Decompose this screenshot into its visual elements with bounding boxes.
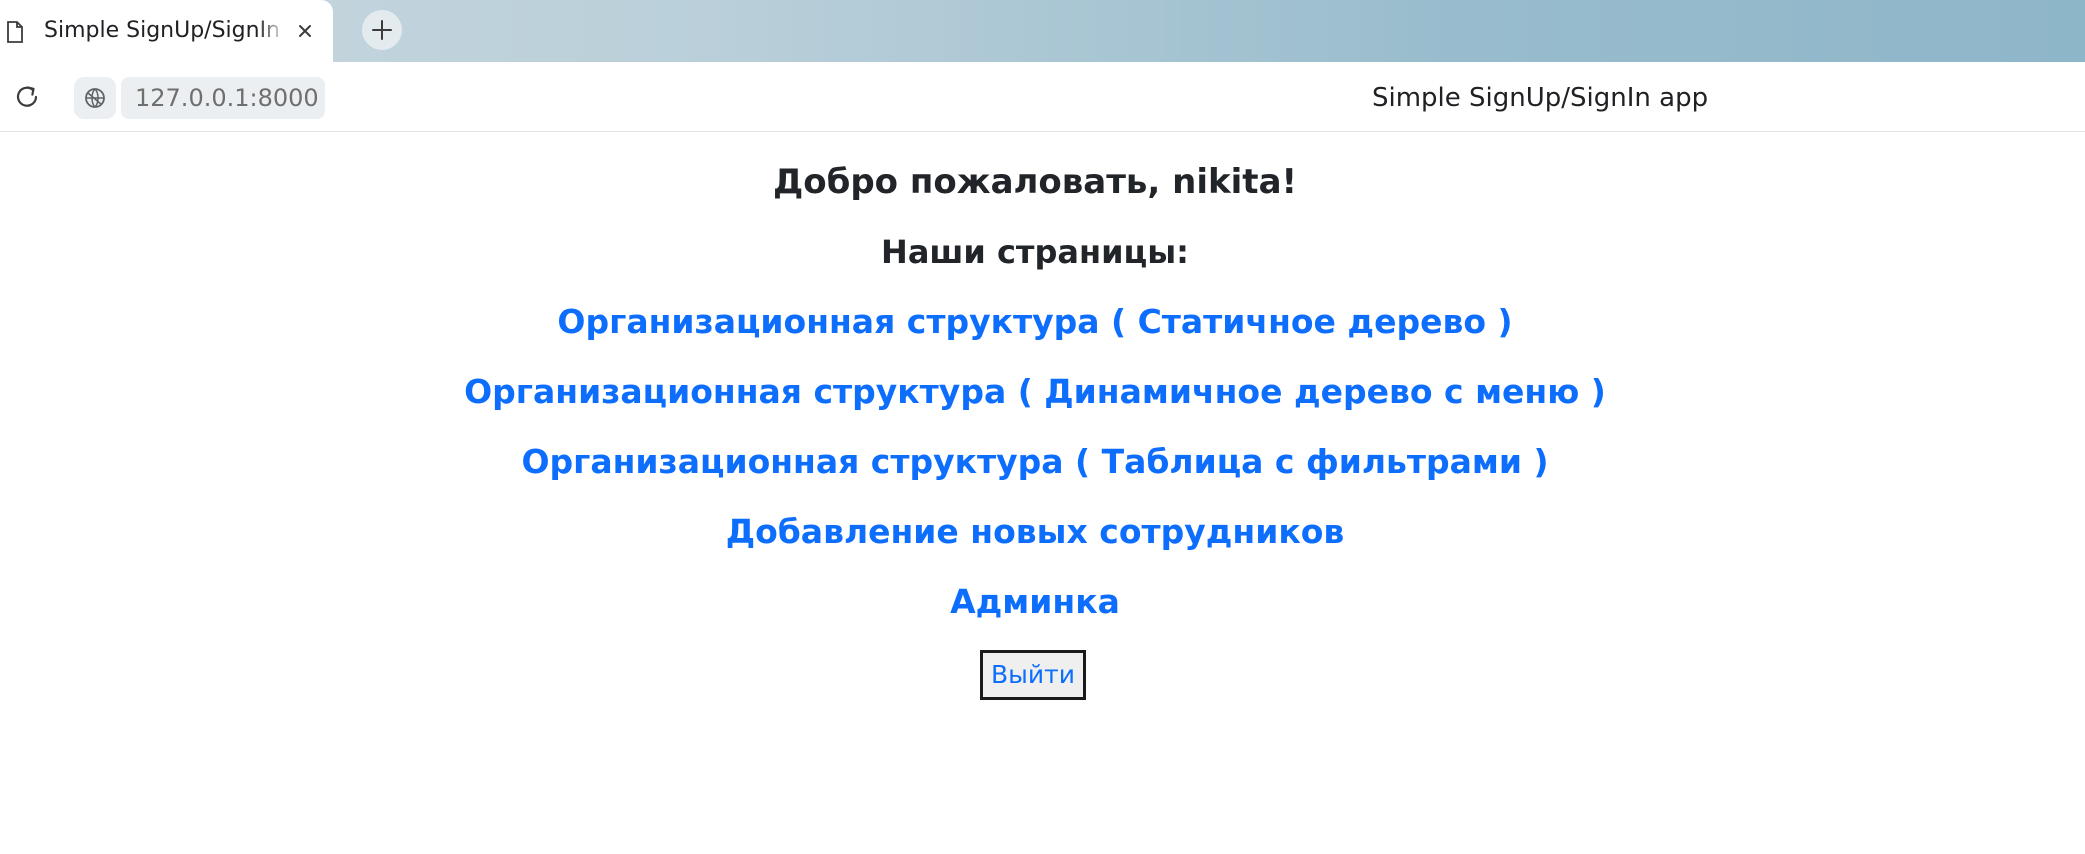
window-page-title: Simple SignUp/SignIn app (1372, 83, 1709, 113)
new-tab-button[interactable] (362, 10, 402, 50)
logout-button[interactable]: Выйти (980, 650, 1086, 700)
link-org-filter-table[interactable]: Организационная структура ( Таблица с фи… (0, 439, 2070, 485)
browser-tab-strip: Simple SignUp/SignIn app (0, 0, 2085, 62)
address-bar[interactable]: 127.0.0.1:8000 (121, 77, 325, 119)
page-icon (6, 21, 24, 43)
tab-title: Simple SignUp/SignIn app (44, 18, 286, 43)
page-content: Добро пожаловать, nikita! Наши страницы:… (0, 132, 2085, 854)
site-info-button[interactable] (74, 77, 116, 119)
close-icon[interactable] (292, 18, 318, 44)
globe-icon (85, 88, 105, 108)
browser-toolbar: 127.0.0.1:8000 Simple SignUp/SignIn app (0, 62, 2085, 132)
reload-icon[interactable] (10, 80, 44, 114)
link-add-employees[interactable]: Добавление новых сотрудников (0, 509, 2070, 555)
link-org-static-tree[interactable]: Организационная структура ( Статичное де… (0, 299, 2070, 345)
link-org-dynamic-tree[interactable]: Организационная структура ( Динамичное д… (0, 369, 2070, 415)
welcome-heading: Добро пожаловать, nikita! (772, 162, 1298, 202)
pages-heading: Наши страницы: (881, 233, 1189, 271)
url-text: 127.0.0.1:8000 (135, 84, 319, 112)
link-admin[interactable]: Админка (0, 579, 2070, 625)
plus-icon (372, 20, 392, 40)
browser-tab-active[interactable]: Simple SignUp/SignIn app (0, 0, 333, 62)
